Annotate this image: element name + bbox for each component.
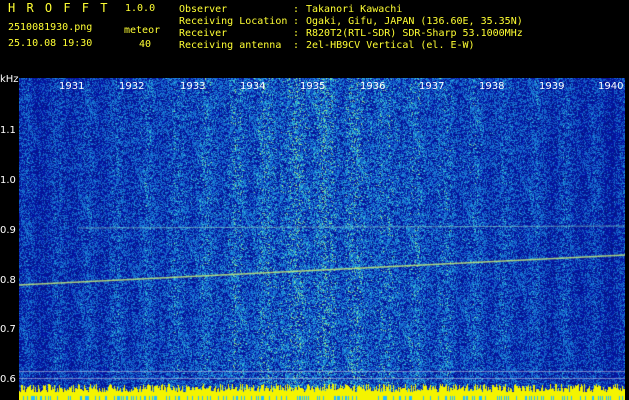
y-tick-1-0: 1.0 (0, 175, 16, 186)
minute-label-1939: 1939 (539, 81, 565, 92)
minute-label-1937: 1937 (419, 81, 445, 92)
info-value-observer: Takanori Kawachi (306, 4, 403, 15)
minute-label-1935: 1935 (300, 81, 326, 92)
y-tick-1-1: 1.1 (0, 125, 16, 136)
minute-label-1933: 1933 (180, 81, 206, 92)
meteor-label: meteor (124, 25, 161, 36)
info-value-antenna: 2el-HB9CV Vertical (el. E-W) (306, 40, 475, 51)
info-key-antenna: Receiving antenna (179, 40, 282, 51)
y-axis-unit: kHz (0, 74, 19, 85)
y-tick-0-6: 0.6 (0, 374, 16, 385)
info-value-location: Ogaki, Gifu, JAPAN (136.60E, 35.35N) (306, 16, 523, 27)
capture-datetime: 25.10.08 19:30 (8, 38, 93, 49)
app-version: 1.0.0 (125, 3, 156, 14)
info-key-observer: Observer (179, 4, 228, 15)
minute-label-1932: 1932 (119, 81, 145, 92)
info-value-receiver: R820T2(RTL-SDR) SDR-Sharp 53.1000MHz (306, 28, 523, 39)
info-sep-observer: : (293, 4, 300, 15)
y-tick-0-9: 0.9 (0, 225, 16, 236)
info-sep-antenna: : (293, 40, 300, 51)
info-sep-location: : (293, 16, 300, 27)
info-key-receiver: Receiver (179, 28, 228, 39)
minute-label-1931: 1931 (59, 81, 85, 92)
spectrogram-canvas (19, 78, 625, 400)
minute-label-1934: 1934 (240, 81, 266, 92)
minute-label-1940: 1940 (598, 81, 624, 92)
file-name: 2510081930.png (8, 22, 93, 33)
info-sep-receiver: : (293, 28, 300, 39)
y-tick-0-7: 0.7 (0, 324, 16, 335)
info-key-location: Receiving Location (179, 16, 288, 27)
minute-label-1936: 1936 (360, 81, 386, 92)
minute-label-1938: 1938 (479, 81, 505, 92)
meteor-count: 40 (139, 39, 152, 50)
app-title: H R O F F T (8, 1, 110, 15)
y-tick-0-8: 0.8 (0, 275, 16, 286)
